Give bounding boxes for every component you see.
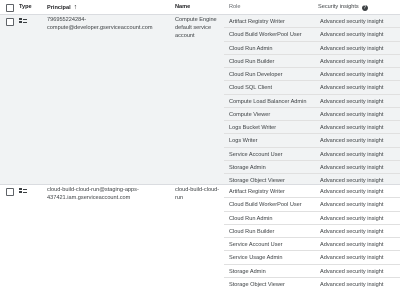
role-row: Cloud Run Builder Advanced security insig…: [0, 55, 400, 68]
role-row: Artifact Registry Writer Advanced securit…: [0, 15, 400, 29]
security-insight[interactable]: Advanced security insight: [320, 202, 383, 208]
role-row: Logs Bucket Writer Advanced security insi…: [0, 121, 400, 135]
role-row: Service Usage Admin Advanced security ins…: [0, 251, 400, 265]
security-insight[interactable]: Advanced security insight: [320, 72, 383, 78]
role-name: Compute Load Balancer Admin: [229, 98, 307, 105]
security-insight[interactable]: Advanced security insight: [320, 19, 383, 25]
role-name: Cloud Run Builder: [229, 228, 275, 235]
role-name: Cloud Run Developer: [229, 72, 283, 78]
role-row: Cloud Run Builder Advanced security insig…: [0, 225, 400, 238]
security-insight[interactable]: Advanced security insight: [320, 189, 383, 195]
security-insight[interactable]: Advanced security insight: [320, 85, 383, 91]
security-insight[interactable]: Advanced security insight: [320, 165, 383, 171]
name-column-header[interactable]: Name: [175, 4, 190, 10]
role-name: Service Account User: [229, 151, 283, 158]
principal-column-header[interactable]: Principal ↑: [47, 4, 77, 11]
iam-permissions-table: Type Principal ↑ Name Role Security insig…: [0, 0, 400, 293]
security-insights-column-header[interactable]: Security insights?: [318, 4, 368, 11]
role-row: Cloud SQL Client Advanced security insigh…: [0, 81, 400, 95]
security-insight[interactable]: Advanced security insight: [320, 152, 383, 158]
role-name: Storage Object Viewer: [229, 281, 285, 288]
role-row: Service Account User Advanced security in…: [0, 148, 400, 161]
role-row: Storage Admin Advanced security insight: [0, 265, 400, 278]
role-name: Service Account User: [229, 242, 283, 248]
role-name: Artifact Registry Writer: [229, 189, 285, 195]
principal-group: 796955224284-compute@developer.gservicea…: [0, 15, 400, 184]
security-insight[interactable]: Advanced security insight: [320, 112, 383, 118]
role-name: Cloud SQL Client: [229, 85, 273, 92]
role-row: Storage Admin Advanced security insight: [0, 161, 400, 174]
security-insight[interactable]: Advanced security insight: [320, 59, 383, 65]
security-insight[interactable]: Advanced security insight: [320, 269, 383, 275]
role-name: Cloud Run Builder: [229, 58, 275, 65]
security-insight[interactable]: Advanced security insight: [320, 242, 383, 248]
role-row: Logs Writer Advanced security insight: [0, 134, 400, 148]
role-row: Cloud Run Admin Advanced security insight: [0, 212, 400, 225]
role-name: Storage Admin: [229, 268, 266, 275]
security-insights-label: Security insights: [318, 4, 359, 10]
security-insight[interactable]: Advanced security insight: [320, 282, 383, 288]
security-insight[interactable]: Advanced security insight: [320, 229, 383, 235]
role-name: Cloud Run Admin: [229, 45, 273, 52]
principal-group: cloud-build-cloud-run@staging-apps-43742…: [0, 185, 400, 293]
role-row: Cloud Run Developer Advanced security ins…: [0, 68, 400, 82]
role-row: Service Account User Advanced security in…: [0, 238, 400, 252]
role-name: Artifact Registry Writer: [229, 19, 285, 25]
security-insight[interactable]: Advanced security insight: [320, 255, 383, 261]
role-row: Artifact Registry Writer Advanced securit…: [0, 185, 400, 199]
role-name: Cloud Build WorkerPool User: [229, 202, 302, 209]
role-name: Service Usage Admin: [229, 255, 283, 262]
role-name: Cloud Build WorkerPool User: [229, 32, 302, 39]
role-name: Storage Admin: [229, 164, 266, 171]
role-row: Storage Object Viewer Advanced security i…: [0, 278, 400, 291]
role-row: Cloud Run Admin Advanced security insight: [0, 42, 400, 55]
role-name: Compute Viewer: [229, 111, 271, 118]
help-icon[interactable]: ?: [361, 5, 368, 11]
role-name: Logs Writer: [229, 138, 258, 145]
security-insight[interactable]: Advanced security insight: [320, 32, 383, 38]
security-insight[interactable]: Advanced security insight: [320, 125, 383, 131]
type-column-header[interactable]: Type: [19, 4, 32, 10]
role-name: Logs Bucket Writer: [229, 125, 277, 131]
security-insight[interactable]: Advanced security insight: [320, 138, 383, 144]
security-insight[interactable]: Advanced security insight: [320, 216, 383, 222]
sort-ascending-icon[interactable]: ↑: [74, 4, 78, 11]
role-row: Cloud Build WorkerPool User Advanced secu…: [0, 198, 400, 212]
security-insight[interactable]: Advanced security insight: [320, 46, 383, 52]
role-row: Compute Load Balancer Admin Advanced secu…: [0, 95, 400, 108]
role-name: Cloud Run Admin: [229, 215, 273, 222]
role-column-header[interactable]: Role: [229, 4, 241, 10]
security-insight[interactable]: Advanced security insight: [320, 99, 383, 105]
table-header: Type Principal ↑ Name Role Security insig…: [0, 0, 400, 15]
select-all-checkbox[interactable]: [6, 4, 14, 12]
principal-column-label: Principal: [47, 5, 71, 11]
role-row: Compute Viewer Advanced security insight: [0, 108, 400, 121]
role-row: Cloud Build WorkerPool User Advanced secu…: [0, 28, 400, 42]
